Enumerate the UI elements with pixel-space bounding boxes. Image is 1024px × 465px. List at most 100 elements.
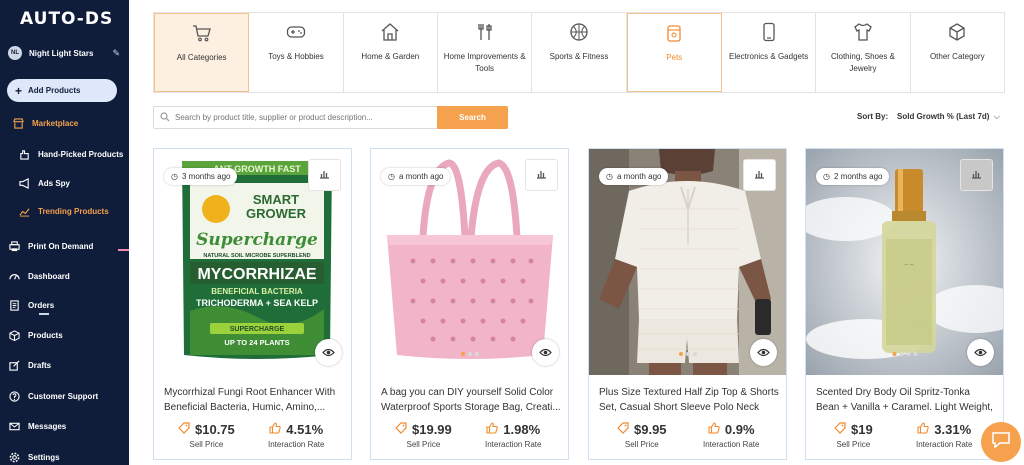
price-value: $19.99 [412,422,452,437]
sidebar-item-messages[interactable]: Messages [0,416,129,436]
quick-view-button[interactable] [532,339,559,366]
category-label: Other Category [929,52,985,61]
price-tag-icon [617,422,629,437]
orders-icon [8,299,20,311]
gear-icon [8,451,20,463]
category-label: Sports & Fitness [549,52,609,61]
user-name: Night Light Stars [29,48,94,58]
user-profile[interactable]: NL Night Light Stars ✎ [8,44,120,62]
sidebar-item-label: Messages [28,421,67,431]
product-card[interactable]: ANT GROWTH FAST SMART GROWER Supercharge… [153,148,352,460]
category-electronics[interactable]: Electronics & Gadgets [722,13,817,92]
analytics-button[interactable] [308,159,341,191]
sidebar-item-label: Drafts [28,360,52,370]
image-carousel-dots[interactable] [892,352,917,356]
sidebar-item-label: Ads Spy [38,178,71,188]
category-pets[interactable]: Pets [626,13,722,92]
category-toys[interactable]: Toys & Hobbies [249,13,344,92]
image-carousel-dots[interactable] [460,352,479,356]
sidebar-item-customer-support[interactable]: Customer Support [0,386,129,406]
category-label: Clothing, Shoes & Jewelry [830,52,895,73]
product-title[interactable]: Mycorrhizal Fungi Root Enhancer With Ben… [164,385,344,415]
product-title[interactable]: Scented Dry Body Oil Spritz-Tonka Bean +… [816,385,996,415]
price-tag-icon [834,422,846,437]
dashboard-icon [8,270,20,282]
category-home-garden[interactable]: Home & Garden [344,13,438,92]
ball-icon [569,22,589,42]
search-icon [160,109,170,127]
trend-icon [18,205,30,217]
category-clothing[interactable]: Clothing, Shoes & Jewelry [816,13,911,92]
package-brand-line-2: GROWER [246,206,307,221]
sidebar-item-label: Hand-Picked Products [38,149,124,159]
product-image[interactable]: ANT GROWTH FAST SMART GROWER Supercharge… [154,149,351,375]
sidebar-item-ads-spy[interactable]: Ads Spy [0,173,129,193]
product-image[interactable]: ◷ a month ago [589,149,786,375]
price-tag-icon [395,422,407,437]
analytics-button[interactable] [525,159,558,191]
sidebar: AUTO-DS NL Night Light Stars ✎ + Add Pro… [0,0,129,465]
bar-chart-icon [319,166,330,184]
quick-view-button[interactable] [750,339,777,366]
sidebar-item-products[interactable]: Products [0,325,129,345]
chat-button[interactable] [981,422,1021,462]
clock-icon: ◷ [606,172,613,181]
product-image[interactable]: ─ ─ ◷ 2 months ago [806,149,1003,375]
price-stat: $19.99 Sell Price [395,422,452,449]
sidebar-item-print-on-demand[interactable]: Print On Demand [0,236,129,256]
sidebar-item-marketplace[interactable]: Marketplace [0,113,129,133]
quick-view-button[interactable] [315,339,342,366]
interaction-value: 1.98% [503,422,541,437]
image-carousel-dots[interactable] [678,352,697,356]
search-button[interactable]: Search [437,106,508,129]
hand-icon [18,148,30,160]
interaction-label: Interaction Rate [703,440,760,449]
sidebar-item-drafts[interactable]: Drafts [0,355,129,375]
age-badge: ◷ a month ago [599,168,669,185]
support-icon [8,390,20,402]
product-card[interactable]: ◷ a month ago A bag you can DIY yourself … [370,148,569,460]
analytics-button[interactable] [960,159,993,191]
clock-icon: ◷ [388,172,395,181]
product-title[interactable]: A bag you can DIY yourself Solid Color W… [381,385,561,415]
avatar: NL [8,46,22,60]
price-value: $10.75 [195,422,235,437]
thumbs-up-icon [269,422,282,437]
active-indicator [118,249,129,251]
interaction-label: Interaction Rate [485,440,542,449]
add-products-button[interactable]: + Add Products [7,79,117,102]
price-label: Sell Price [836,440,871,449]
sidebar-item-dashboard[interactable]: Dashboard [0,266,129,286]
search-input[interactable] [175,113,435,122]
category-home-improvements[interactable]: Home Improvements & Tools [438,13,533,92]
orders-indicator [39,313,49,315]
category-all[interactable]: All Categories [154,13,250,92]
sidebar-item-settings[interactable]: Settings [0,447,129,465]
category-sports[interactable]: Sports & Fitness [532,13,627,92]
product-image[interactable]: ◷ a month ago [371,149,568,375]
add-products-label: Add Products [28,86,81,95]
sort-select[interactable]: Sold Growth % (Last 7d) ⌵ [897,112,1000,122]
analytics-button[interactable] [743,159,776,191]
eye-icon [974,344,987,362]
plus-icon: + [15,83,23,98]
product-title[interactable]: Plus Size Textured Half Zip Top & Shorts… [599,385,779,415]
svg-text:─ ─: ─ ─ [903,262,914,269]
sidebar-item-label: Orders [28,300,55,310]
sidebar-item-label: Customer Support [28,391,99,401]
edit-icon[interactable]: ✎ [112,48,120,59]
category-other[interactable]: Other Category [911,13,1004,92]
product-card[interactable]: ◷ a month ago Plus Size Textured Half Zip… [588,148,787,460]
price-label: Sell Price [189,440,224,449]
product-card[interactable]: ─ ─ ◷ 2 months ago Scented Dry Body Oil S… [805,148,1004,460]
megaphone-icon [18,177,30,189]
eye-icon [539,344,552,362]
sidebar-item-hand-picked[interactable]: Hand-Picked Products [0,144,129,164]
category-label: All Categories [176,53,227,62]
sidebar-item-orders[interactable]: Orders [0,295,129,315]
sidebar-item-trending[interactable]: Trending Products [0,201,129,221]
cart-icon [192,23,212,43]
interaction-label: Interaction Rate [916,440,973,449]
interaction-value: 3.31% [934,422,972,437]
quick-view-button[interactable] [967,339,994,366]
